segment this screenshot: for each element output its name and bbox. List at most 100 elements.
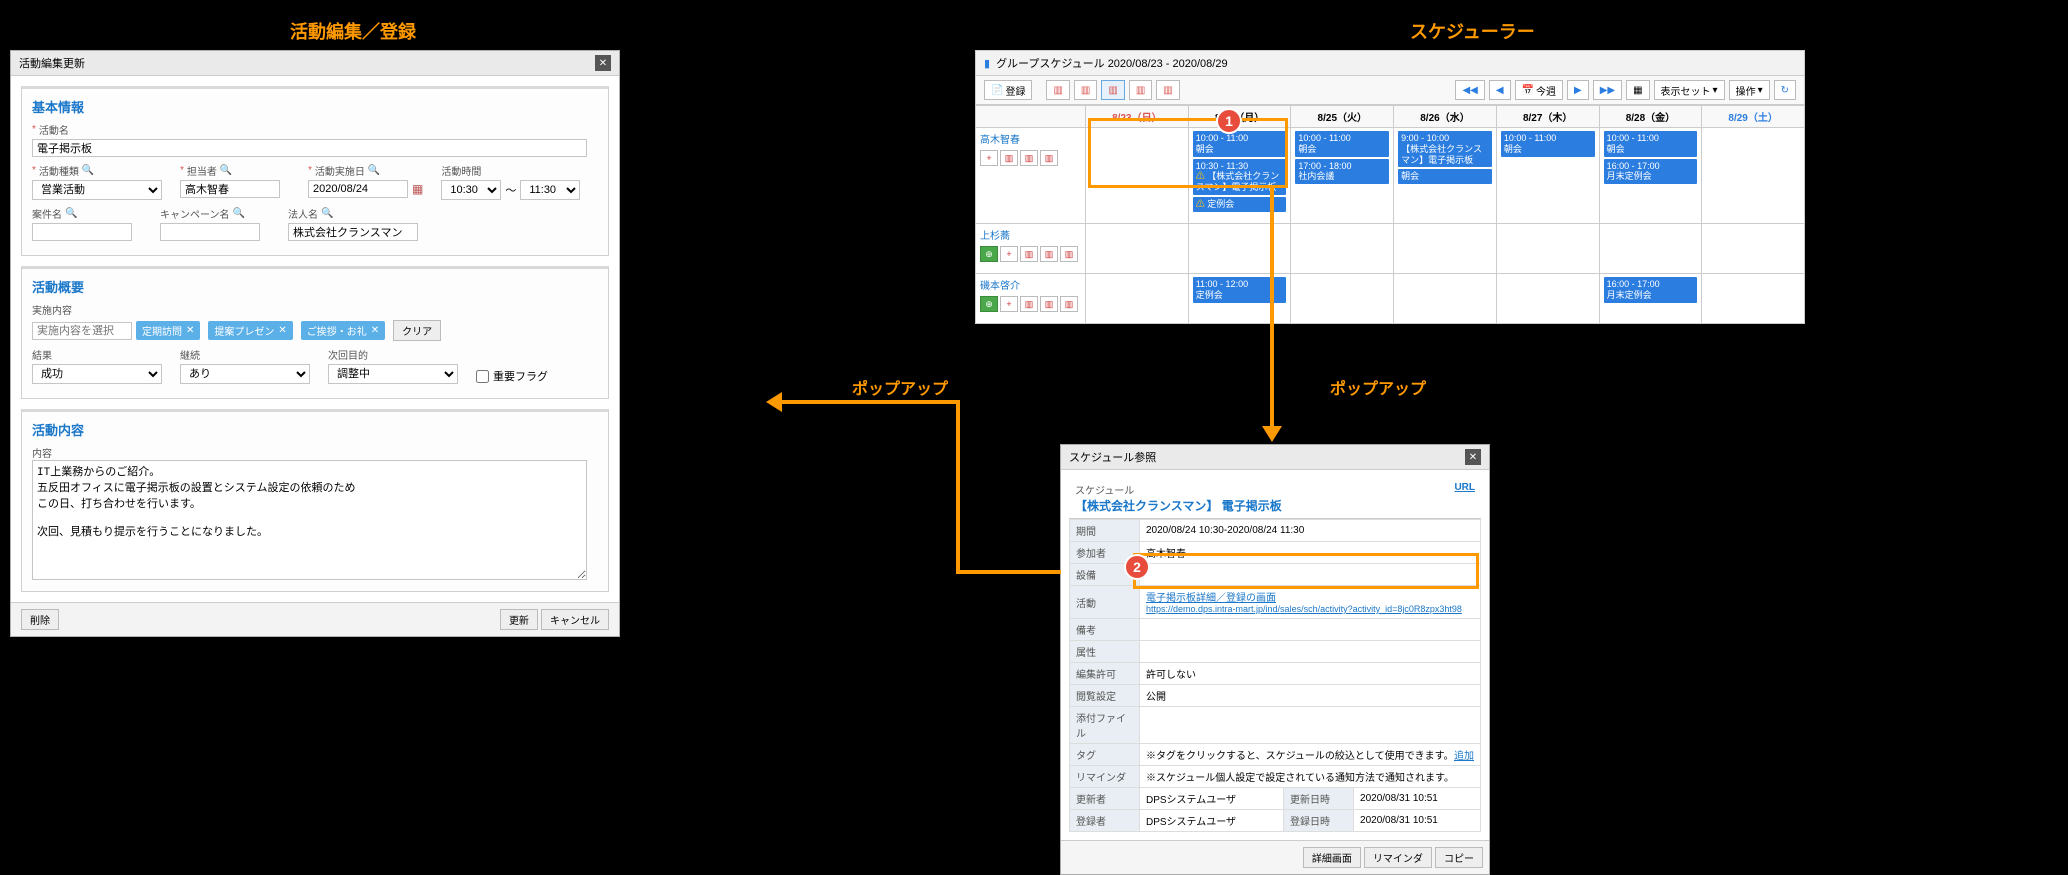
close-icon[interactable]: ✕ <box>1465 449 1481 465</box>
company-input[interactable] <box>288 223 418 241</box>
nav-next-button[interactable]: ▶ <box>1567 80 1589 100</box>
owner-input[interactable] <box>180 180 280 198</box>
campaign-input[interactable] <box>160 223 260 241</box>
event-item[interactable]: 16:00 - 17:00月末定例会 <box>1604 159 1698 185</box>
impl-content-input[interactable] <box>32 322 132 340</box>
day-cell[interactable] <box>1291 274 1394 324</box>
activity-type-select[interactable]: 営業活動 <box>32 180 162 200</box>
event-item[interactable]: 9:00 - 10:00【株式会社クランスマン】電子掲示板 <box>1398 131 1492 167</box>
tag-add-link[interactable]: 追加 <box>1454 747 1474 762</box>
important-flag-checkbox[interactable] <box>476 370 489 383</box>
view-icon[interactable]: + <box>1000 246 1018 262</box>
delete-button[interactable]: 削除 <box>21 609 59 630</box>
cancel-button[interactable]: キャンセル <box>541 609 609 630</box>
search-icon[interactable]: 🔍 <box>220 165 232 176</box>
date-picker-button[interactable]: 📅 今週 <box>1515 80 1563 100</box>
ops-button[interactable]: 操作 ▾ <box>1729 80 1770 100</box>
reminder-button[interactable]: リマインダ <box>1364 847 1432 868</box>
day-cell[interactable]: 10:00 - 11:00朝会 <box>1497 128 1600 224</box>
search-icon[interactable]: 🔍 <box>65 208 77 219</box>
view-icon[interactable]: ▥ <box>1040 246 1058 262</box>
view-icon[interactable]: ▥ <box>1040 296 1058 312</box>
close-icon[interactable]: ✕ <box>371 325 379 336</box>
day-cell[interactable] <box>1497 274 1600 324</box>
add-event-icon[interactable]: ⊕ <box>980 246 998 262</box>
body-textarea[interactable]: IT上業務からのご紹介。 五反田オフィスに電子掲示板の設置とシステム設定の依頼の… <box>32 460 587 580</box>
time-to-select[interactable]: 11:30 <box>520 180 580 200</box>
day-cell[interactable]: 10:00 - 11:00朝会 10:30 - 11:30⚠ 【株式会社クランス… <box>1189 128 1292 224</box>
day-cell[interactable]: 11:00 - 12:00定例会 <box>1189 274 1292 324</box>
nav-first-button[interactable]: ◀◀ <box>1455 80 1484 100</box>
day-cell[interactable] <box>1702 128 1805 224</box>
close-icon[interactable]: ✕ <box>595 55 611 71</box>
view-icon[interactable]: + <box>1000 296 1018 312</box>
activity-name-input[interactable] <box>32 139 587 157</box>
activity-url-link[interactable]: https://demo.dps.intra-mart.jp/ind/sales… <box>1146 604 1462 614</box>
search-icon[interactable]: 🔍 <box>321 208 333 219</box>
view-list-button[interactable]: ▥ <box>1156 80 1179 100</box>
event-item[interactable]: 16:00 - 17:00月末定例会 <box>1604 277 1698 303</box>
day-cell[interactable]: 10:00 - 11:00朝会 16:00 - 17:00月末定例会 <box>1600 128 1703 224</box>
event-item[interactable]: 10:00 - 11:00朝会 <box>1295 131 1389 157</box>
nav-prev-button[interactable]: ◀ <box>1489 80 1511 100</box>
detail-button[interactable]: 詳細画面 <box>1303 847 1361 868</box>
day-cell[interactable] <box>1394 274 1497 324</box>
day-cell[interactable] <box>1086 274 1189 324</box>
day-cell[interactable] <box>1394 224 1497 274</box>
day-cell[interactable] <box>1600 224 1703 274</box>
search-icon[interactable]: 🔍 <box>368 165 380 176</box>
view-day-button[interactable]: ▥ <box>1046 80 1069 100</box>
copy-button[interactable]: コピー <box>1435 847 1483 868</box>
add-event-icon[interactable]: ⊕ <box>980 296 998 312</box>
view-week-button[interactable]: ▥ <box>1101 80 1124 100</box>
day-cell[interactable] <box>1086 224 1189 274</box>
url-link[interactable]: URL <box>1454 482 1475 493</box>
nav-last-button[interactable]: ▶▶ <box>1593 80 1622 100</box>
tag-visit[interactable]: 定期訪問✕ <box>136 321 200 340</box>
clear-button[interactable]: クリア <box>393 320 441 341</box>
view-3day-button[interactable]: ▥ <box>1074 80 1097 100</box>
time-from-select[interactable]: 10:30 <box>441 180 501 200</box>
view-month-button[interactable]: ▥ <box>1129 80 1152 100</box>
view-icon[interactable]: ▥ <box>1000 150 1018 166</box>
close-icon[interactable]: ✕ <box>278 325 286 336</box>
search-icon[interactable]: 🔍 <box>82 165 94 176</box>
day-cell[interactable] <box>1291 224 1394 274</box>
view-icon[interactable]: ▥ <box>1020 296 1038 312</box>
event-item[interactable]: 10:00 - 11:00朝会 <box>1193 131 1287 157</box>
close-icon[interactable]: ✕ <box>186 325 194 336</box>
day-cell[interactable]: 9:00 - 10:00【株式会社クランスマン】電子掲示板 朝会 <box>1394 128 1497 224</box>
tag-greeting[interactable]: ご挨拶・お礼✕ <box>301 321 385 340</box>
day-cell[interactable]: 16:00 - 17:00月末定例会 <box>1600 274 1703 324</box>
deal-input[interactable] <box>32 223 132 241</box>
register-button[interactable]: 📄 登録 <box>984 80 1032 100</box>
event-item[interactable]: 17:00 - 18:00社内会議 <box>1295 159 1389 185</box>
day-cell[interactable] <box>1702 224 1805 274</box>
next-purpose-select[interactable]: 調整中 <box>328 364 458 384</box>
day-cell[interactable] <box>1189 224 1292 274</box>
event-item[interactable]: 10:00 - 11:00朝会 <box>1604 131 1698 157</box>
day-cell[interactable] <box>1702 274 1805 324</box>
calendar-icon[interactable]: ▦ <box>412 182 423 196</box>
date-input[interactable] <box>308 180 408 198</box>
result-select[interactable]: 成功 <box>32 364 162 384</box>
event-item[interactable]: 10:00 - 11:00朝会 <box>1501 131 1595 157</box>
activity-detail-link[interactable]: 電子掲示板詳細／登録の画面 <box>1146 593 1276 604</box>
refresh-button[interactable]: ↻ <box>1774 80 1796 100</box>
update-button[interactable]: 更新 <box>500 609 538 630</box>
day-cell[interactable]: 10:00 - 11:00朝会 17:00 - 18:00社内会議 <box>1291 128 1394 224</box>
continue-select[interactable]: あり <box>180 364 310 384</box>
viewset-button[interactable]: 表示セット ▾ <box>1654 80 1725 100</box>
view-icon[interactable]: ▥ <box>1060 246 1078 262</box>
day-cell[interactable] <box>1497 224 1600 274</box>
day-cell[interactable] <box>1086 128 1189 224</box>
view-icon[interactable]: ▥ <box>1020 150 1038 166</box>
important-flag[interactable]: 重要フラグ <box>476 368 586 384</box>
search-icon[interactable]: 🔍 <box>233 208 245 219</box>
view-icon[interactable]: ▥ <box>1060 296 1078 312</box>
tag-presentation[interactable]: 提案プレゼン✕ <box>208 321 292 340</box>
event-item[interactable]: 朝会 <box>1398 169 1492 184</box>
view-icon[interactable]: ▥ <box>1040 150 1058 166</box>
view-icon[interactable]: ▥ <box>1020 246 1038 262</box>
add-event-icon[interactable]: + <box>980 150 998 166</box>
